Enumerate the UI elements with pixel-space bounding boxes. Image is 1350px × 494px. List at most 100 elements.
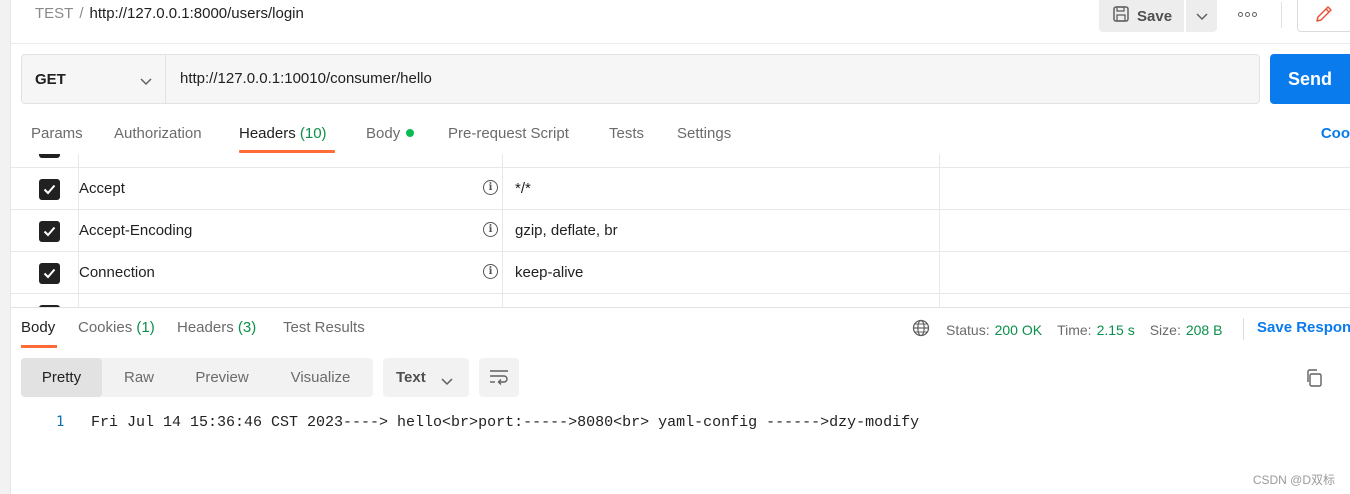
breadcrumb: TEST / http://127.0.0.1:8000/users/login [35, 5, 304, 22]
copy-button[interactable] [1304, 368, 1326, 390]
format-select-label: Text [396, 369, 426, 386]
checkbox[interactable] [39, 305, 60, 307]
view-preview-button[interactable]: Preview [176, 358, 268, 397]
breadcrumb-collection[interactable]: TEST [35, 5, 73, 22]
table-row [11, 154, 1350, 168]
pencil-icon [1314, 4, 1334, 27]
value-cell [503, 294, 940, 307]
value-cell[interactable]: */* [503, 168, 940, 209]
tab-label: Settings [677, 125, 732, 142]
info-icon[interactable]: i [483, 180, 498, 195]
format-select[interactable]: Text [383, 358, 469, 397]
wrap-lines-button[interactable] [479, 358, 519, 397]
tab-response-cookies[interactable]: Cookies (1) [78, 319, 155, 336]
checkbox-cell [11, 210, 79, 251]
view-raw-button[interactable]: Raw [102, 358, 176, 397]
response-tabs: Body Cookies (1) Headers (3) Test Result… [21, 310, 1350, 348]
view-visualize-button[interactable]: Visualize [268, 358, 373, 397]
more-actions-button[interactable] [1235, 7, 1259, 21]
status-value[interactable]: 200 OK [995, 322, 1042, 338]
cookies-link[interactable]: Coo [1321, 125, 1350, 142]
value-cell[interactable]: gzip, deflate, br [503, 210, 940, 251]
info-icon[interactable]: i [483, 222, 498, 237]
info-icon[interactable]: i [483, 264, 498, 279]
toolbar-divider [1281, 2, 1282, 28]
time-label: Time: [1057, 321, 1092, 338]
checkbox-cell [11, 294, 79, 307]
send-button[interactable]: Send [1270, 54, 1350, 104]
breadcrumb-request-name[interactable]: http://127.0.0.1:8000/users/login [90, 5, 304, 22]
tab-authorization[interactable]: Authorization [114, 125, 202, 142]
tab-headers[interactable]: Headers (10) [239, 125, 327, 142]
tab-label: Authorization [114, 125, 202, 142]
tab-body[interactable]: Body [366, 125, 415, 142]
table-row [11, 294, 1350, 307]
checkbox-cell [11, 252, 79, 293]
tab-label: Pre-request Script [448, 125, 569, 142]
save-label: Save [1137, 7, 1173, 25]
check-icon [43, 226, 56, 237]
checkbox[interactable] [39, 221, 60, 242]
tab-label: Params [31, 125, 83, 142]
headers-table: Accept i */* Accept-Encoding i gzip, def… [11, 154, 1350, 308]
table-row: Connection i keep-alive [11, 252, 1350, 294]
tab-pre-request-script[interactable]: Pre-request Script [448, 125, 569, 142]
save-button[interactable]: Save [1099, 0, 1184, 32]
tab-response-body[interactable]: Body [21, 319, 55, 336]
value-cell[interactable]: keep-alive [503, 252, 940, 293]
url-input[interactable]: http://127.0.0.1:10010/consumer/hello [180, 70, 432, 87]
tab-label: Tests [609, 125, 645, 142]
active-tab-indicator [239, 150, 335, 153]
key-cell[interactable]: Accept-Encoding i [79, 210, 503, 251]
view-pretty-button[interactable]: Pretty [21, 358, 102, 397]
checkbox[interactable] [39, 154, 60, 158]
edit-button[interactable] [1297, 0, 1350, 32]
key-cell [79, 154, 503, 167]
globe-icon[interactable] [912, 319, 930, 340]
more-dot-icon [1251, 11, 1257, 17]
status-label: Status: [946, 321, 990, 338]
tab-settings[interactable]: Settings [677, 125, 731, 142]
method-label: GET [35, 70, 66, 88]
more-dot-icon [1244, 11, 1250, 17]
request-header-bar: TEST / http://127.0.0.1:8000/users/login S… [11, 0, 1350, 44]
key-cell[interactable]: Connection i [79, 252, 503, 293]
copy-icon [1304, 369, 1324, 391]
table-row: Accept i */* [11, 168, 1350, 210]
breadcrumb-separator: / [79, 5, 84, 22]
checkbox-cell [11, 154, 79, 167]
description-cell[interactable] [940, 210, 1350, 251]
tab-label: Headers [239, 125, 296, 142]
description-cell[interactable] [940, 252, 1350, 293]
tab-count: (3) [237, 319, 257, 336]
save-response-button[interactable]: Save Respon [1257, 319, 1350, 336]
key-cell[interactable]: Accept i [79, 168, 503, 209]
size-label: Size: [1149, 321, 1181, 338]
description-cell [940, 154, 1350, 167]
header-key: Accept-Encoding [79, 222, 193, 239]
method-select[interactable]: GET [22, 55, 166, 103]
save-options-dropdown[interactable] [1186, 0, 1217, 32]
size-value[interactable]: 208 B [1186, 322, 1223, 338]
tab-tests[interactable]: Tests [609, 125, 644, 142]
response-body-line[interactable]: Fri Jul 14 15:36:46 CST 2023----> hello<… [91, 414, 919, 431]
check-icon [43, 268, 56, 279]
tab-count: (1) [136, 319, 155, 336]
request-url-bar: GET http://127.0.0.1:10010/consumer/hell… [21, 54, 1260, 104]
checkbox[interactable] [39, 179, 60, 200]
request-tabs: Params Authorization Headers (10) Body P… [21, 114, 1350, 154]
response-meta: Status: 200 OK Time: 2.15 s Size: 208 B [912, 319, 1237, 340]
tab-label: Cookies [78, 319, 133, 336]
tab-test-results[interactable]: Test Results [283, 319, 365, 336]
tab-params[interactable]: Params [31, 125, 83, 142]
chevron-down-icon [441, 373, 453, 390]
wrap-lines-icon [488, 367, 510, 388]
time-value[interactable]: 2.15 s [1097, 322, 1135, 338]
save-icon [1112, 5, 1130, 27]
table-row: Accept-Encoding i gzip, deflate, br [11, 210, 1350, 252]
view-mode-segmented-control: Pretty Raw Preview Visualize [21, 358, 373, 397]
tab-response-headers[interactable]: Headers (3) [177, 319, 256, 336]
tab-label: Body [21, 319, 56, 336]
description-cell[interactable] [940, 168, 1350, 209]
checkbox[interactable] [39, 263, 60, 284]
